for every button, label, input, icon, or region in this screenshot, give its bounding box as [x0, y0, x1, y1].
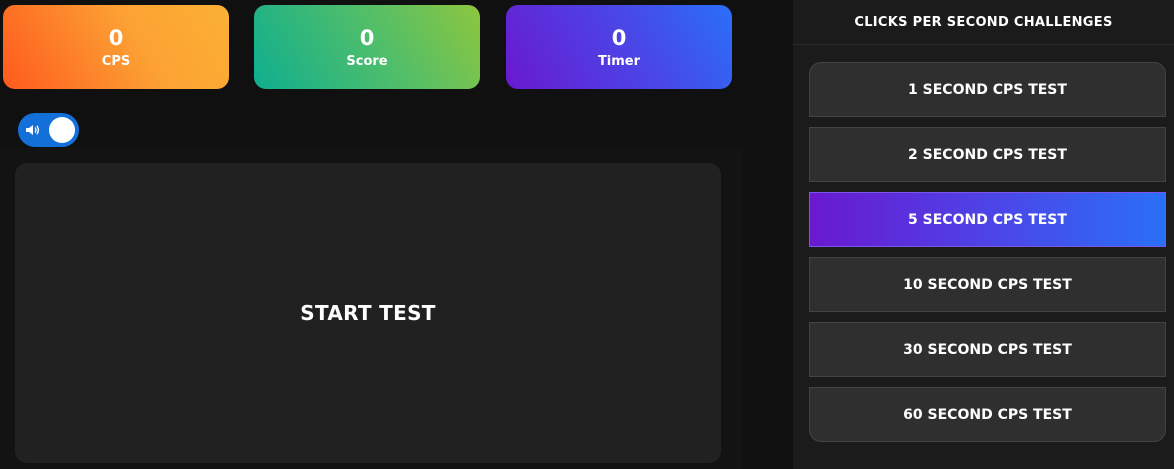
cps-value: 0 — [108, 25, 124, 50]
timer-value: 0 — [611, 25, 627, 50]
test-10-second-button[interactable]: 10 SECOND CPS TEST — [809, 257, 1166, 312]
speaker-icon — [25, 122, 41, 142]
score-stat-card: 0 Score — [254, 5, 480, 89]
test-1-second-label: 1 SECOND CPS TEST — [908, 81, 1067, 98]
test-30-second-label: 30 SECOND CPS TEST — [903, 341, 1072, 358]
timer-label: Timer — [597, 53, 641, 69]
test-60-second-button[interactable]: 60 SECOND CPS TEST — [809, 387, 1166, 442]
score-label: Score — [346, 53, 388, 69]
test-30-second-button[interactable]: 30 SECOND CPS TEST — [809, 322, 1166, 377]
challenges-panel: CLICKS PER SECOND CHALLENGES 1 SECOND CP… — [793, 0, 1174, 469]
sound-toggle[interactable] — [18, 113, 79, 147]
cps-stat-card: 0 CPS — [3, 5, 229, 89]
test-2-second-button[interactable]: 2 SECOND CPS TEST — [809, 127, 1166, 182]
test-2-second-label: 2 SECOND CPS TEST — [908, 146, 1067, 163]
test-60-second-label: 60 SECOND CPS TEST — [903, 406, 1072, 423]
test-10-second-label: 10 SECOND CPS TEST — [903, 276, 1072, 293]
test-1-second-button[interactable]: 1 SECOND CPS TEST — [809, 62, 1166, 117]
cps-label: CPS — [101, 53, 131, 69]
score-value: 0 — [359, 25, 375, 50]
test-5-second-label: 5 SECOND CPS TEST — [908, 211, 1067, 228]
start-test-area[interactable]: START TEST — [15, 163, 721, 463]
timer-stat-card: 0 Timer — [506, 5, 732, 89]
test-5-second-button[interactable]: 5 SECOND CPS TEST — [809, 192, 1166, 247]
toggle-knob — [49, 117, 75, 143]
start-test-label: START TEST — [300, 301, 436, 325]
panel-title: CLICKS PER SECOND CHALLENGES — [793, 0, 1174, 45]
